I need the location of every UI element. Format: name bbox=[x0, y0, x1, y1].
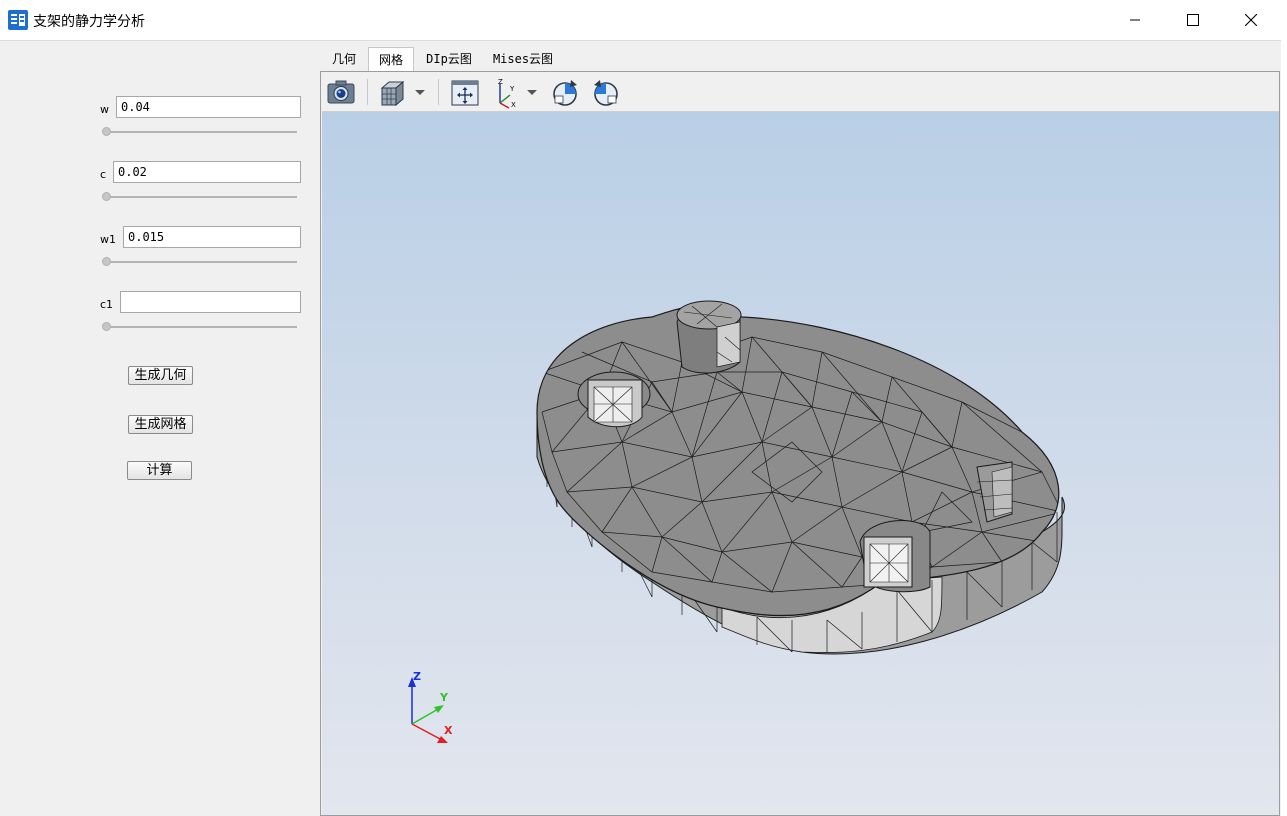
close-button[interactable] bbox=[1222, 0, 1280, 40]
param-w-input[interactable] bbox=[116, 96, 301, 118]
axis-x-label: X bbox=[444, 724, 453, 737]
view-cube-button[interactable] bbox=[378, 77, 410, 109]
axes-icon: Z Y X bbox=[498, 78, 516, 109]
parameter-panel: w c w1 c1 生成几何 生成网格 计算 bbox=[0, 41, 320, 816]
window-title: 支架的静力学分析 bbox=[33, 14, 145, 30]
cube-view-icon bbox=[380, 80, 405, 107]
param-w-slider-track[interactable] bbox=[106, 131, 297, 133]
boss-top bbox=[676, 300, 742, 374]
param-w1-slider-track[interactable] bbox=[106, 261, 297, 263]
rotate-ccw-icon bbox=[594, 80, 618, 106]
rotate-cw-button[interactable] bbox=[549, 77, 581, 109]
param-c1-slider-track[interactable] bbox=[106, 326, 297, 328]
fit-view-icon bbox=[451, 80, 479, 106]
camera-icon bbox=[327, 80, 355, 104]
param-c1-slider-handle[interactable] bbox=[102, 322, 111, 331]
minimize-icon bbox=[1130, 19, 1140, 21]
viewer-toolbar: Z Y X bbox=[322, 73, 1279, 112]
tab-dip-contour[interactable]: DIp云图 bbox=[420, 47, 478, 71]
app-icon bbox=[8, 10, 28, 30]
close-icon bbox=[1245, 14, 1257, 26]
generate-geometry-button[interactable]: 生成几何 bbox=[128, 366, 193, 385]
svg-text:Y: Y bbox=[509, 85, 515, 93]
param-w1-input[interactable] bbox=[123, 226, 301, 248]
maximize-button[interactable] bbox=[1164, 0, 1222, 40]
param-c1-label: c1 bbox=[100, 298, 114, 311]
param-w-label: w bbox=[100, 103, 109, 116]
param-w1-label: w1 bbox=[100, 233, 116, 246]
axis-y-label: Y bbox=[440, 691, 448, 704]
screenshot-button[interactable] bbox=[325, 77, 357, 109]
param-c-input[interactable] bbox=[113, 161, 301, 183]
param-c-slider-handle[interactable] bbox=[102, 192, 111, 201]
mesh-viewport[interactable]: Z Y X bbox=[322, 112, 1279, 815]
axis-z-label: Z bbox=[413, 670, 421, 683]
param-c-slider-track[interactable] bbox=[106, 196, 297, 198]
axes-view-dropdown-arrow-icon[interactable] bbox=[527, 90, 537, 95]
svg-text:X: X bbox=[511, 101, 516, 109]
hole-right-bottom bbox=[859, 520, 931, 593]
title-bar[interactable]: 支架的静力学分析 bbox=[0, 0, 1281, 41]
tab-geometry[interactable]: 几何 bbox=[324, 47, 364, 71]
axes-triad bbox=[408, 677, 448, 743]
compute-button[interactable]: 计算 bbox=[127, 461, 192, 480]
param-w-slider-handle[interactable] bbox=[102, 127, 111, 136]
tab-mises-contour[interactable]: Mises云图 bbox=[487, 47, 559, 71]
fit-view-button[interactable] bbox=[449, 77, 481, 109]
svg-text:Z: Z bbox=[498, 78, 503, 86]
maximize-icon bbox=[1187, 14, 1199, 26]
param-w1-slider-handle[interactable] bbox=[102, 257, 111, 266]
generate-mesh-button[interactable]: 生成网格 bbox=[128, 415, 193, 434]
rotate-cw-icon bbox=[553, 80, 577, 106]
axes-view-button[interactable]: Z Y X bbox=[492, 77, 524, 109]
rotate-ccw-button[interactable] bbox=[590, 77, 622, 109]
toolbar-separator bbox=[367, 79, 368, 105]
mesh-model[interactable] bbox=[322, 112, 1279, 815]
param-c-label: c bbox=[100, 168, 107, 181]
param-c1-input[interactable] bbox=[120, 291, 301, 313]
tab-mesh[interactable]: 网格 bbox=[368, 47, 414, 71]
window-right-edge bbox=[1281, 0, 1287, 816]
toolbar-separator bbox=[438, 79, 439, 105]
view-cube-dropdown-arrow-icon[interactable] bbox=[415, 90, 425, 95]
minimize-button[interactable] bbox=[1106, 0, 1164, 40]
